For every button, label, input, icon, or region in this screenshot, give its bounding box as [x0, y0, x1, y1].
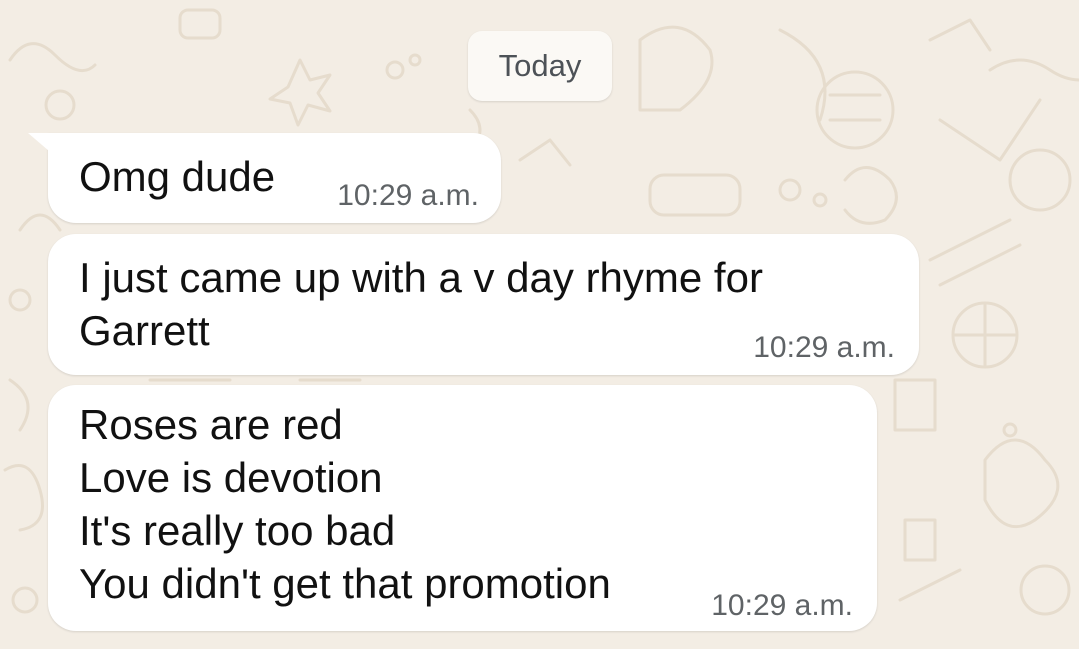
message-text: Roses are red Love is devotion It's real…: [79, 401, 611, 607]
message-timestamp: 10:29 a.m.: [337, 179, 479, 212]
message-bubble[interactable]: Roses are red Love is devotion It's real…: [48, 385, 877, 631]
message-timestamp: 10:29 a.m.: [753, 331, 895, 364]
message-bubble[interactable]: I just came up with a v day rhyme for Ga…: [48, 234, 919, 375]
message-text: I just came up with a v day rhyme for Ga…: [79, 254, 763, 354]
message-text: Omg dude: [79, 153, 276, 200]
bubble-tail: [28, 133, 56, 157]
date-divider: Today: [468, 31, 612, 101]
message-bubble[interactable]: Omg dude 10:29 a.m.: [28, 133, 501, 223]
message-timestamp: 10:29 a.m.: [711, 589, 853, 622]
